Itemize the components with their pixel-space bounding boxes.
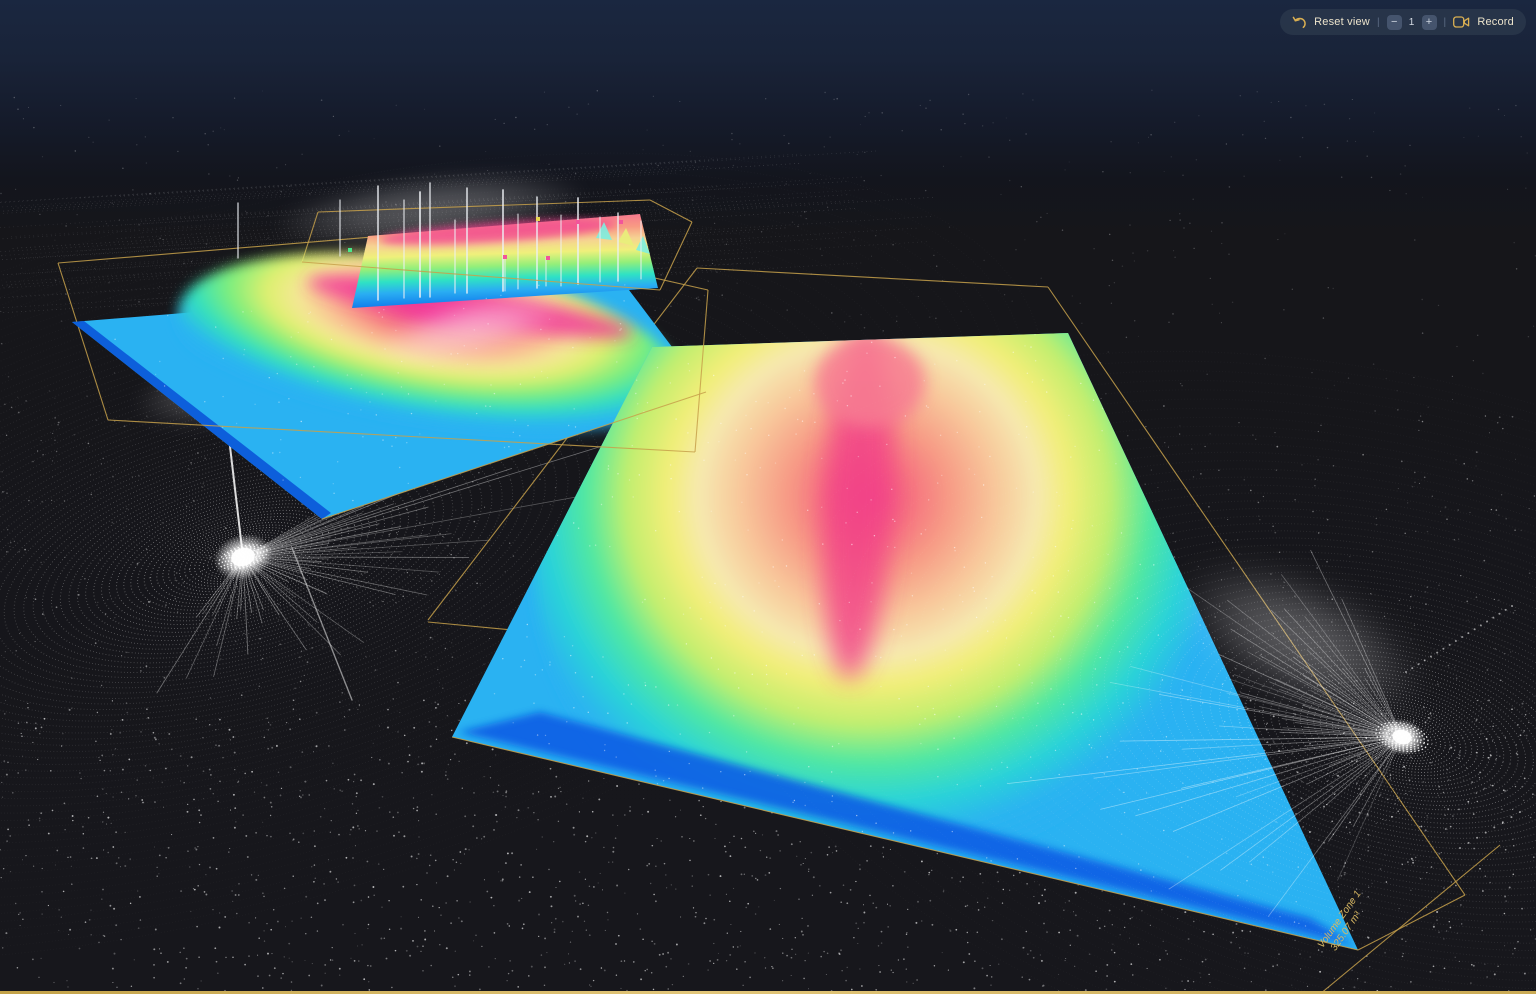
viewer-toolbar: Reset view | − 1 + | Record bbox=[1280, 9, 1526, 35]
dotted-range-lines bbox=[1405, 605, 1521, 849]
toolbar-separator: | bbox=[1377, 17, 1380, 28]
toolbar-separator: | bbox=[1444, 17, 1447, 28]
record-camera-icon[interactable] bbox=[1453, 16, 1470, 28]
3d-viewport[interactable] bbox=[0, 0, 1536, 994]
zoom-in-button[interactable]: + bbox=[1422, 15, 1437, 30]
reset-view-icon[interactable] bbox=[1292, 16, 1307, 29]
reset-view-button[interactable]: Reset view bbox=[1314, 16, 1370, 28]
lidar-viewer-window: Reset view | − 1 + | Record Volume Zone … bbox=[0, 0, 1536, 994]
zoom-level-value: 1 bbox=[1409, 17, 1415, 28]
record-button[interactable]: Record bbox=[1477, 16, 1514, 28]
zoom-out-button[interactable]: − bbox=[1387, 15, 1402, 30]
